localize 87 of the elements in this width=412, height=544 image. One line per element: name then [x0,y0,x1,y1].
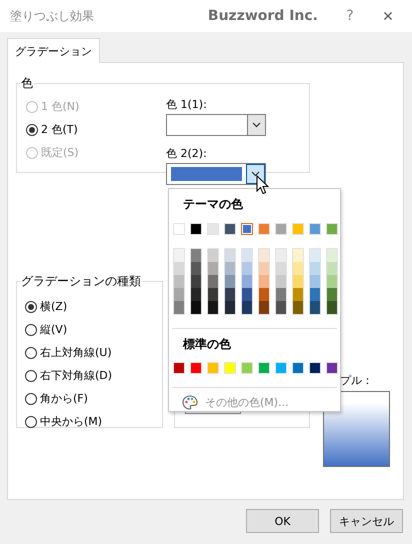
radio-label: 右下対角線(D) [40,368,112,383]
group-label: 色 [20,75,34,92]
radio-label: 角から(F) [40,391,88,406]
radio-label: 右上対角線(U) [40,345,112,360]
color-swatch[interactable] [327,249,337,262]
color-swatch[interactable] [293,262,303,275]
dropdown-button[interactable] [246,164,265,184]
dialog-button[interactable]: キャンセル [330,509,403,533]
chevron-down-icon [252,122,261,128]
color-dropdown[interactable] [166,163,266,185]
group-label: グラデーションの種類 [20,273,142,290]
radio-button[interactable] [25,416,37,428]
color-swatch[interactable] [191,262,201,275]
radio-label: 横(Z) [40,299,68,314]
close-button[interactable]: × [378,6,398,26]
color-swatch[interactable] [276,275,286,288]
color-swatch[interactable] [174,262,184,275]
color-swatch[interactable] [208,301,218,314]
color-swatch[interactable] [259,301,269,314]
radio-label: 縦(V) [40,322,68,337]
color-swatch[interactable] [225,262,235,275]
color-swatch[interactable] [208,249,218,262]
color-swatch[interactable] [174,275,184,288]
color-swatch[interactable] [276,262,286,275]
color-swatch[interactable] [191,288,201,301]
color-swatch[interactable] [191,249,201,262]
chevron-down-icon [251,171,260,177]
color-swatch[interactable] [259,262,269,275]
section-heading: テーマの色 [182,196,244,213]
color-swatch[interactable] [225,288,235,301]
color-swatch[interactable] [327,262,337,275]
color-swatch[interactable] [225,275,235,288]
color-swatch[interactable] [310,275,320,288]
color-swatch[interactable] [327,288,337,301]
color-swatch[interactable] [225,249,235,262]
color-swatch[interactable] [259,249,269,262]
color-swatch[interactable] [327,301,337,314]
color-swatch[interactable] [310,262,320,275]
radio-button[interactable] [25,324,37,336]
color-swatch[interactable] [310,249,320,262]
color-swatch[interactable] [208,262,218,275]
radio-label: 既定(S) [41,145,79,160]
color-swatch[interactable] [174,301,184,314]
color-swatch[interactable] [208,288,218,301]
color-swatch[interactable] [242,262,252,275]
section-heading: 標準の色 [182,336,232,353]
color-swatch[interactable] [242,301,252,314]
radio-button[interactable] [25,346,37,358]
radio-label: 1 色(N) [41,99,80,114]
dropdown-button[interactable] [247,115,265,135]
color-swatch[interactable] [310,288,320,301]
sample-label: プル： [340,373,374,389]
color-swatch[interactable] [259,288,269,301]
color-swatch[interactable] [191,275,201,288]
color-swatch[interactable] [208,275,218,288]
radio-button[interactable] [26,124,38,136]
color-swatch[interactable] [276,249,286,262]
radio-button[interactable] [25,370,37,382]
field-label: 色 1(1): [166,97,208,112]
color-swatch[interactable] [174,249,184,262]
color-dropdown[interactable] [166,114,266,136]
field-label: 色 2(2): [166,146,208,161]
radio-label: 中央から(M) [40,414,102,429]
color-swatch[interactable] [293,288,303,301]
color-swatch[interactable] [293,301,303,314]
color-swatch[interactable] [174,288,184,301]
color-swatch[interactable] [242,288,252,301]
color-swatch[interactable] [242,275,252,288]
window-title: 塗りつぶし効果 [10,8,95,24]
color-swatch[interactable] [327,275,337,288]
color-swatch[interactable] [242,249,252,262]
color-swatch[interactable] [259,275,269,288]
help-button[interactable]: ? [340,8,360,24]
color-swatch[interactable] [225,301,235,314]
radio-label: 2 色(T) [41,122,78,137]
color-swatch[interactable] [293,249,303,262]
color-swatch[interactable] [276,301,286,314]
radio-button[interactable] [25,300,37,312]
color-swatch[interactable] [276,288,286,301]
color-swatch[interactable] [191,301,201,314]
dialog-button[interactable]: OK [246,509,319,533]
color-swatch[interactable] [293,275,303,288]
radio-button[interactable] [25,392,37,404]
tab[interactable]: グラデーション [7,38,100,63]
brand-label: Buzzword Inc. [208,8,318,24]
color-swatch[interactable] [241,223,253,235]
color-swatch[interactable] [310,301,320,314]
